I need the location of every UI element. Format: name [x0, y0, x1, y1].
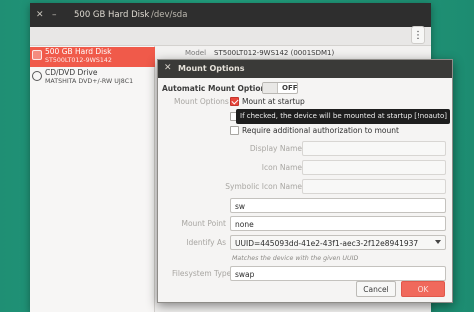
ok-button[interactable]: OK	[401, 281, 445, 297]
window-title: 500 GB Hard Disk	[74, 10, 150, 20]
toggle-state: OFF	[282, 84, 298, 92]
mount-point-field[interactable]: none	[230, 216, 446, 231]
device-item-optical-drive[interactable]: CD/DVD Drive MATSHITA DVD+/-RW UJ8C1	[30, 68, 155, 88]
cancel-button[interactable]: Cancel	[356, 281, 396, 297]
require-auth-checkbox[interactable]	[230, 126, 239, 135]
identify-as-label: Identify As	[186, 238, 226, 247]
device-sidebar: 500 GB Hard Disk ST500LT012-9WS142 CD/DV…	[30, 46, 155, 312]
device-model: MATSHITA DVD+/-RW UJ8C1	[45, 77, 134, 85]
disks-toolbar	[30, 27, 431, 46]
model-value: ST500LT012-9WS142 (0001SDM1)	[214, 49, 335, 57]
display-name-label: Display Name	[249, 144, 302, 153]
symbolic-icon-name-label: Symbolic Icon Name	[225, 182, 302, 191]
mount-options-label: Mount Options	[174, 97, 229, 106]
automatic-mount-label: Automatic Mount Options	[162, 84, 271, 93]
menu-button[interactable]: ⋮	[411, 26, 425, 44]
toggle-knob	[263, 83, 278, 93]
mount-options-dialog: ✕ Mount Options Automatic Mount Options …	[157, 59, 453, 303]
icon-name-field[interactable]	[302, 160, 446, 175]
mount-point-label: Mount Point	[181, 219, 226, 228]
model-label: Model	[185, 49, 207, 57]
close-icon[interactable]: ✕	[164, 63, 172, 73]
device-item-hard-disk[interactable]: 500 GB Hard Disk ST500LT012-9WS142	[30, 47, 155, 67]
symbolic-icon-name-field[interactable]	[302, 179, 446, 194]
dialog-titlebar: ✕ Mount Options	[158, 60, 452, 78]
identify-as-hint: Matches the device with the given UUID	[232, 255, 359, 262]
model-row: Model ST500LT012-9WS142 (0001SDM1)	[185, 49, 334, 57]
mount-options-field[interactable]: sw	[230, 198, 446, 213]
identify-as-value: UUID=445093dd-41e2-43f1-aec3-2f12e894193…	[235, 239, 419, 248]
automatic-mount-toggle[interactable]: OFF	[262, 82, 298, 94]
chevron-down-icon	[435, 240, 441, 244]
filesystem-type-label: Filesystem Type	[172, 269, 232, 278]
require-auth-label: Require additional authorization to moun…	[242, 126, 399, 135]
filesystem-type-field[interactable]: swap	[230, 266, 446, 281]
dialog-title: Mount Options	[178, 64, 245, 73]
mount-at-startup-checkbox[interactable]	[230, 97, 239, 106]
icon-name-label: Icon Name	[261, 163, 302, 172]
display-name-field[interactable]	[302, 141, 446, 156]
tooltip: If checked, the device will be mounted a…	[236, 109, 450, 124]
device-model: ST500LT012-9WS142	[45, 56, 112, 64]
disks-titlebar: ✕ – 500 GB Hard Disk /dev/sda	[30, 3, 431, 27]
mount-at-startup-label: Mount at startup	[242, 97, 305, 106]
optical-drive-icon	[32, 71, 42, 81]
device-name: CD/DVD Drive	[45, 68, 98, 77]
device-name: 500 GB Hard Disk	[45, 47, 112, 56]
identify-as-dropdown[interactable]: UUID=445093dd-41e2-43f1-aec3-2f12e894193…	[230, 235, 446, 250]
kebab-menu-icon: ⋮	[413, 29, 423, 41]
close-window-icon[interactable]: ✕	[36, 11, 44, 20]
minimize-window-icon[interactable]: –	[52, 11, 57, 20]
hard-disk-icon	[32, 50, 42, 60]
window-subtitle: /dev/sda	[151, 10, 188, 20]
